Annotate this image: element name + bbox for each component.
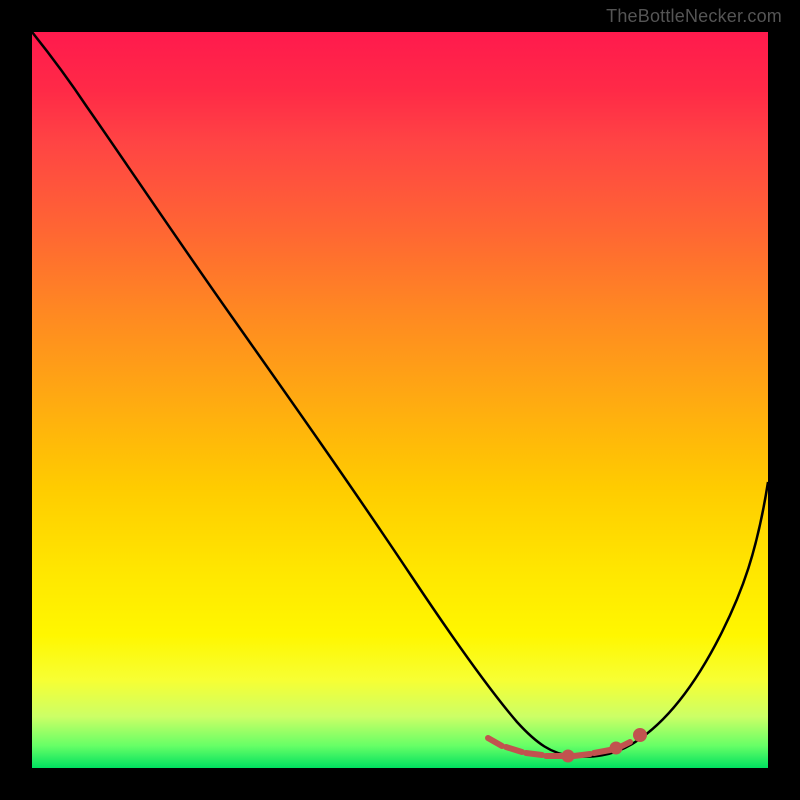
bottleneck-curve [32, 32, 768, 757]
watermark-text: TheBottleNecker.com [606, 6, 782, 27]
chart-frame [32, 32, 768, 768]
optimal-range-markers [488, 731, 644, 760]
bottleneck-chart [32, 32, 768, 768]
